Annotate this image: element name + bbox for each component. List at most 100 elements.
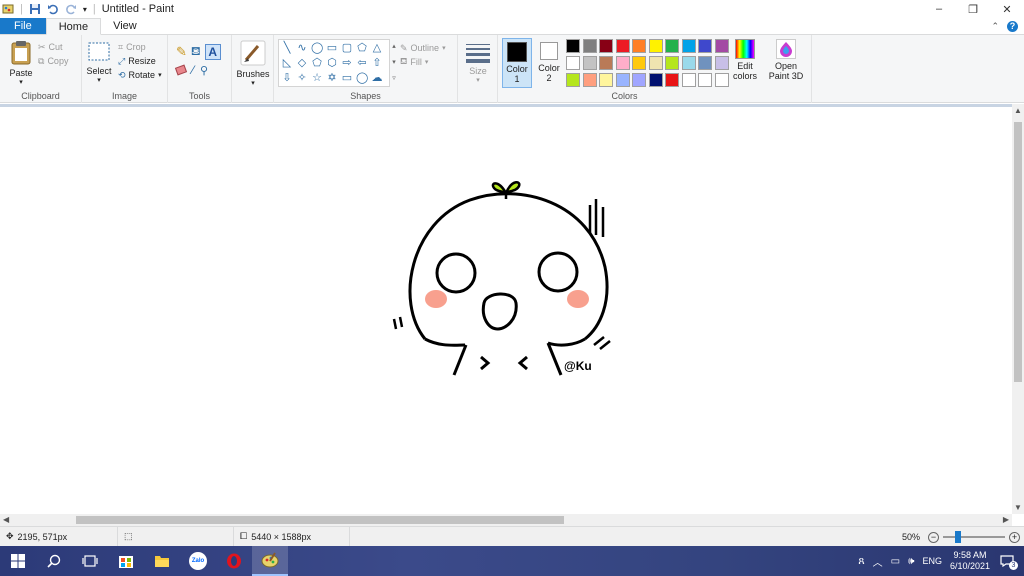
volume-icon[interactable]: 🕪: [908, 556, 914, 567]
scroll-left-icon[interactable]: ◀: [3, 515, 9, 524]
taskbar-app-store[interactable]: [108, 546, 144, 576]
polygon-shape-icon[interactable]: ⬠: [356, 42, 368, 54]
diamond-shape-icon[interactable]: ◇: [296, 57, 308, 69]
rectangle-shape-icon[interactable]: ▭: [326, 42, 338, 54]
battery-icon[interactable]: ▭: [891, 556, 900, 567]
palette-swatch[interactable]: [665, 73, 679, 87]
size-button[interactable]: Size ▾: [464, 41, 492, 86]
palette-swatch[interactable]: [698, 73, 712, 87]
oval-callout-shape-icon[interactable]: ◯: [356, 72, 368, 84]
people-icon[interactable]: ጸ: [858, 555, 864, 568]
palette-swatch[interactable]: [632, 56, 646, 70]
help-icon[interactable]: ?: [1007, 20, 1018, 32]
palette-swatch[interactable]: [714, 56, 729, 70]
color1-button[interactable]: Color 1: [502, 38, 532, 88]
horizontal-scroll-thumb[interactable]: [76, 516, 564, 524]
start-button[interactable]: [0, 546, 36, 576]
color-picker-icon[interactable]: ⁄: [192, 63, 194, 77]
search-button[interactable]: [36, 546, 72, 576]
language-indicator[interactable]: ENG: [922, 556, 942, 566]
fill-button[interactable]: ⛾ Fill ▾: [400, 55, 446, 69]
redo-icon[interactable]: [65, 3, 77, 15]
pentagon-shape-icon[interactable]: ⬠: [311, 57, 323, 69]
palette-swatch[interactable]: [566, 39, 580, 53]
zoom-slider-thumb[interactable]: [955, 531, 961, 543]
palette-swatch[interactable]: [698, 56, 712, 70]
text-tool-icon[interactable]: A: [204, 44, 221, 60]
palette-swatch[interactable]: [681, 56, 696, 70]
palette-swatch[interactable]: [582, 39, 597, 53]
palette-swatch[interactable]: [681, 73, 696, 87]
resize-button[interactable]: ⤢ Resize: [118, 54, 162, 68]
task-view-button[interactable]: [72, 546, 108, 576]
palette-swatch[interactable]: [648, 39, 663, 53]
fill-bucket-icon[interactable]: ⛾: [191, 44, 201, 60]
minimize-button[interactable]: –: [922, 0, 956, 18]
crop-button[interactable]: ⌗ Crop: [118, 40, 162, 54]
close-button[interactable]: ✕: [990, 0, 1024, 18]
five-point-star-shape-icon[interactable]: ☆: [311, 72, 323, 84]
palette-swatch[interactable]: [681, 39, 696, 53]
rounded-rectangle-shape-icon[interactable]: ▢: [341, 42, 353, 54]
palette-swatch[interactable]: [615, 73, 630, 87]
paste-button[interactable]: Paste ▾: [6, 39, 36, 88]
palette-swatch[interactable]: [648, 56, 663, 70]
palette-swatch[interactable]: [665, 39, 679, 53]
edit-colors-button[interactable]: Edit colors: [732, 39, 758, 81]
palette-swatch[interactable]: [714, 73, 729, 87]
tab-home[interactable]: Home: [45, 18, 102, 35]
palette-swatch[interactable]: [599, 73, 613, 87]
four-point-star-shape-icon[interactable]: ✧: [296, 72, 308, 84]
copy-button[interactable]: ⧉ Copy: [38, 54, 68, 68]
magnifier-icon[interactable]: ⚲: [200, 64, 208, 77]
shapes-gallery-scroll[interactable]: ▴ ▾ ▿: [390, 39, 398, 87]
zoom-in-button[interactable]: +: [1009, 531, 1020, 543]
action-center-button[interactable]: 3: [998, 552, 1018, 570]
rotate-button[interactable]: ⟲ Rotate ▾: [118, 68, 162, 82]
palette-swatch[interactable]: [599, 56, 613, 70]
drawing-canvas[interactable]: @Ku: [0, 107, 1012, 514]
save-icon[interactable]: [29, 3, 41, 15]
brushes-button[interactable]: Brushes ▾: [236, 40, 270, 89]
down-arrow-shape-icon[interactable]: ⇩: [281, 72, 293, 84]
scroll-right-icon[interactable]: ▶: [1003, 515, 1009, 524]
palette-swatch[interactable]: [566, 56, 580, 70]
undo-icon[interactable]: [47, 3, 59, 15]
palette-swatch[interactable]: [648, 73, 663, 87]
open-paint3d-button[interactable]: Open Paint 3D: [766, 39, 806, 81]
select-button[interactable]: Select ▾: [86, 41, 112, 86]
customize-qat-icon[interactable]: ▾: [83, 5, 87, 14]
shapes-gallery[interactable]: ╲ ∿ ◯ ▭ ▢ ⬠ △ ◺ ◇ ⬠ ⬡ ⇨ ⇦ ⇧ ⇩ ✧ ☆ ✡ ▭ ◯ …: [278, 39, 390, 87]
palette-swatch[interactable]: [582, 56, 597, 70]
taskbar-opera[interactable]: [216, 546, 252, 576]
palette-swatch[interactable]: [566, 73, 580, 87]
line-shape-icon[interactable]: ╲: [281, 42, 293, 54]
restore-button[interactable]: ❐: [956, 0, 990, 18]
scroll-up-icon[interactable]: ▲: [1014, 106, 1022, 115]
paint-app-icon[interactable]: [2, 3, 14, 15]
palette-swatch[interactable]: [698, 39, 712, 53]
cut-button[interactable]: ✂ Cut: [38, 40, 68, 54]
eraser-icon[interactable]: [174, 64, 188, 76]
palette-swatch[interactable]: [665, 56, 679, 70]
scroll-down-icon[interactable]: ▼: [1014, 503, 1022, 512]
six-point-star-shape-icon[interactable]: ✡: [326, 72, 338, 84]
left-arrow-shape-icon[interactable]: ⇦: [356, 57, 368, 69]
curve-shape-icon[interactable]: ∿: [296, 42, 308, 54]
horizontal-scrollbar[interactable]: ◀ ▶: [0, 514, 1012, 526]
tab-file[interactable]: File: [0, 18, 46, 34]
clock[interactable]: 9:58 AM 6/10/2021: [950, 550, 990, 572]
palette-swatch[interactable]: [615, 39, 630, 53]
collapse-ribbon-icon[interactable]: ⌃: [991, 21, 999, 32]
palette-swatch[interactable]: [582, 73, 597, 87]
palette-swatch[interactable]: [615, 56, 630, 70]
canvas-area[interactable]: @Ku: [0, 104, 1024, 514]
oval-shape-icon[interactable]: ◯: [311, 42, 323, 54]
palette-swatch[interactable]: [632, 39, 646, 53]
zoom-slider[interactable]: [943, 531, 1005, 543]
tab-view[interactable]: View: [101, 18, 149, 34]
taskbar-zalo[interactable]: Zalo: [180, 546, 216, 576]
pencil-icon[interactable]: ✎: [176, 44, 187, 60]
up-arrow-shape-icon[interactable]: ⇧: [371, 57, 383, 69]
taskbar-file-explorer[interactable]: [144, 546, 180, 576]
